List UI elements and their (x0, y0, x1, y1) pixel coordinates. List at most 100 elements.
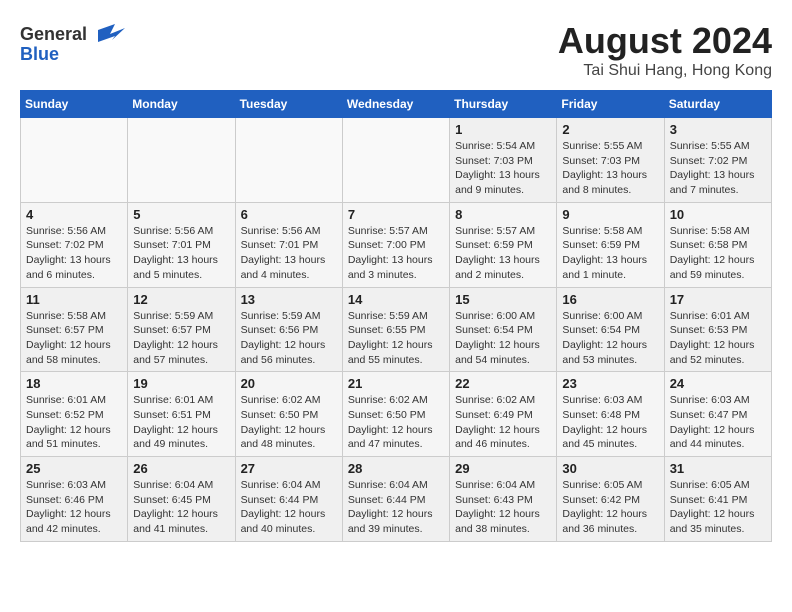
calendar-day-3: 3Sunrise: 5:55 AM Sunset: 7:02 PM Daylig… (664, 118, 771, 203)
weekday-header-tuesday: Tuesday (235, 91, 342, 118)
logo: General Blue (20, 20, 130, 64)
calendar-week-3: 11 Sunrise: 5:58 AM Sunset: 6:57 PM Dayli… (21, 287, 772, 372)
calendar-day-1: 1 Sunrise: 5:54 AM Sunset: 7:03 PM Daylig… (450, 118, 557, 203)
calendar-day-20: 20 Sunrise: 6:02 AM Sunset: 6:50 PM Dayli… (235, 372, 342, 457)
day-number: 20 (241, 376, 337, 391)
weekday-header-saturday: Saturday (664, 91, 771, 118)
day-number: 7 (348, 207, 444, 222)
calendar-day-10: 10 Sunrise: 5:58 AM Sunset: 6:58 PM Dayli… (664, 202, 771, 287)
calendar-day-27: 27 Sunrise: 6:04 AM Sunset: 6:44 PM Dayli… (235, 457, 342, 542)
calendar-day-8: 8 Sunrise: 5:57 AM Sunset: 6:59 PM Daylig… (450, 202, 557, 287)
day-number: 17 (670, 292, 766, 307)
empty-cell (342, 118, 449, 203)
day-info: Sunrise: 5:57 AM Sunset: 7:00 PM Dayligh… (348, 224, 444, 283)
day-number: 14 (348, 292, 444, 307)
day-info: Sunrise: 5:56 AM Sunset: 7:01 PM Dayligh… (241, 224, 337, 283)
day-number: 18 (26, 376, 122, 391)
day-info: Sunrise: 6:05 AM Sunset: 6:41 PM Dayligh… (670, 478, 766, 537)
day-info: Sunrise: 6:01 AM Sunset: 6:53 PM Dayligh… (670, 309, 766, 368)
month-year: August 2024 (558, 20, 772, 62)
svg-text:General: General (20, 24, 87, 44)
title-block: August 2024 Tai Shui Hang, Hong Kong (558, 20, 772, 80)
day-info: Sunrise: 6:01 AM Sunset: 6:51 PM Dayligh… (133, 393, 229, 452)
day-info: Sunrise: 6:04 AM Sunset: 6:44 PM Dayligh… (348, 478, 444, 537)
calendar-day-11: 11 Sunrise: 5:58 AM Sunset: 6:57 PM Dayli… (21, 287, 128, 372)
calendar-day-16: 16 Sunrise: 6:00 AM Sunset: 6:54 PM Dayli… (557, 287, 664, 372)
day-number: 16 (562, 292, 658, 307)
day-number: 30 (562, 461, 658, 476)
day-number: 13 (241, 292, 337, 307)
day-number: 21 (348, 376, 444, 391)
calendar-day-23: 23 Sunrise: 6:03 AM Sunset: 6:48 PM Dayli… (557, 372, 664, 457)
day-number: 11 (26, 292, 122, 307)
weekday-header-wednesday: Wednesday (342, 91, 449, 118)
day-info: Sunrise: 6:05 AM Sunset: 6:42 PM Dayligh… (562, 478, 658, 537)
calendar-day-5: 5Sunrise: 5:56 AM Sunset: 7:01 PM Daylig… (128, 202, 235, 287)
day-info: Sunrise: 6:02 AM Sunset: 6:50 PM Dayligh… (241, 393, 337, 452)
calendar-day-25: 25 Sunrise: 6:03 AM Sunset: 6:46 PM Dayli… (21, 457, 128, 542)
day-number: 25 (26, 461, 122, 476)
day-info: Sunrise: 6:00 AM Sunset: 6:54 PM Dayligh… (455, 309, 551, 368)
day-info: Sunrise: 5:59 AM Sunset: 6:55 PM Dayligh… (348, 309, 444, 368)
day-info: Sunrise: 5:58 AM Sunset: 6:57 PM Dayligh… (26, 309, 122, 368)
day-info: Sunrise: 5:58 AM Sunset: 6:58 PM Dayligh… (670, 224, 766, 283)
svg-text:Blue: Blue (20, 44, 59, 64)
day-number: 1 (455, 122, 551, 137)
day-number: 26 (133, 461, 229, 476)
calendar-day-19: 19Sunrise: 6:01 AM Sunset: 6:51 PM Dayli… (128, 372, 235, 457)
calendar-day-29: 29Sunrise: 6:04 AM Sunset: 6:43 PM Dayli… (450, 457, 557, 542)
calendar-day-7: 7 Sunrise: 5:57 AM Sunset: 7:00 PM Daylig… (342, 202, 449, 287)
calendar-day-6: 6 Sunrise: 5:56 AM Sunset: 7:01 PM Daylig… (235, 202, 342, 287)
day-info: Sunrise: 5:57 AM Sunset: 6:59 PM Dayligh… (455, 224, 551, 283)
day-info: Sunrise: 5:59 AM Sunset: 6:56 PM Dayligh… (241, 309, 337, 368)
calendar-day-31: 31 Sunrise: 6:05 AM Sunset: 6:41 PM Dayli… (664, 457, 771, 542)
weekday-header-row: SundayMondayTuesdayWednesdayThursdayFrid… (21, 91, 772, 118)
day-number: 2 (562, 122, 658, 137)
day-info: Sunrise: 6:04 AM Sunset: 6:45 PM Dayligh… (133, 478, 229, 537)
day-info: Sunrise: 5:55 AM Sunset: 7:02 PM Dayligh… (670, 139, 766, 198)
calendar-day-26: 26 Sunrise: 6:04 AM Sunset: 6:45 PM Dayli… (128, 457, 235, 542)
day-number: 8 (455, 207, 551, 222)
day-number: 22 (455, 376, 551, 391)
day-number: 4 (26, 207, 122, 222)
weekday-header-friday: Friday (557, 91, 664, 118)
day-number: 27 (241, 461, 337, 476)
calendar-day-13: 13 Sunrise: 5:59 AM Sunset: 6:56 PM Dayli… (235, 287, 342, 372)
calendar-day-14: 14 Sunrise: 5:59 AM Sunset: 6:55 PM Dayli… (342, 287, 449, 372)
calendar-day-22: 22 Sunrise: 6:02 AM Sunset: 6:49 PM Dayli… (450, 372, 557, 457)
day-info: Sunrise: 6:02 AM Sunset: 6:49 PM Dayligh… (455, 393, 551, 452)
day-number: 6 (241, 207, 337, 222)
logo-svg: General Blue (20, 20, 130, 64)
day-info: Sunrise: 6:03 AM Sunset: 6:46 PM Dayligh… (26, 478, 122, 537)
day-info: Sunrise: 6:03 AM Sunset: 6:47 PM Dayligh… (670, 393, 766, 452)
day-info: Sunrise: 5:59 AM Sunset: 6:57 PM Dayligh… (133, 309, 229, 368)
calendar-week-4: 18 Sunrise: 6:01 AM Sunset: 6:52 PM Dayli… (21, 372, 772, 457)
calendar-day-12: 12 Sunrise: 5:59 AM Sunset: 6:57 PM Dayli… (128, 287, 235, 372)
calendar-day-24: 24 Sunrise: 6:03 AM Sunset: 6:47 PM Dayli… (664, 372, 771, 457)
day-number: 23 (562, 376, 658, 391)
day-info: Sunrise: 6:01 AM Sunset: 6:52 PM Dayligh… (26, 393, 122, 452)
day-number: 10 (670, 207, 766, 222)
calendar-day-18: 18 Sunrise: 6:01 AM Sunset: 6:52 PM Dayli… (21, 372, 128, 457)
calendar-day-17: 17 Sunrise: 6:01 AM Sunset: 6:53 PM Dayli… (664, 287, 771, 372)
calendar-day-4: 4Sunrise: 5:56 AM Sunset: 7:02 PM Daylig… (21, 202, 128, 287)
day-info: Sunrise: 5:54 AM Sunset: 7:03 PM Dayligh… (455, 139, 551, 198)
empty-cell (235, 118, 342, 203)
day-info: Sunrise: 6:03 AM Sunset: 6:48 PM Dayligh… (562, 393, 658, 452)
day-number: 15 (455, 292, 551, 307)
day-number: 31 (670, 461, 766, 476)
day-number: 24 (670, 376, 766, 391)
weekday-header-sunday: Sunday (21, 91, 128, 118)
day-info: Sunrise: 6:04 AM Sunset: 6:44 PM Dayligh… (241, 478, 337, 537)
empty-cell (21, 118, 128, 203)
calendar-week-1: 1 Sunrise: 5:54 AM Sunset: 7:03 PM Daylig… (21, 118, 772, 203)
day-info: Sunrise: 5:58 AM Sunset: 6:59 PM Dayligh… (562, 224, 658, 283)
calendar-table: SundayMondayTuesdayWednesdayThursdayFrid… (20, 90, 772, 542)
calendar-day-28: 28Sunrise: 6:04 AM Sunset: 6:44 PM Dayli… (342, 457, 449, 542)
calendar-day-15: 15 Sunrise: 6:00 AM Sunset: 6:54 PM Dayli… (450, 287, 557, 372)
day-info: Sunrise: 6:02 AM Sunset: 6:50 PM Dayligh… (348, 393, 444, 452)
day-number: 29 (455, 461, 551, 476)
day-number: 12 (133, 292, 229, 307)
day-info: Sunrise: 5:56 AM Sunset: 7:01 PM Dayligh… (133, 224, 229, 283)
day-info: Sunrise: 6:00 AM Sunset: 6:54 PM Dayligh… (562, 309, 658, 368)
